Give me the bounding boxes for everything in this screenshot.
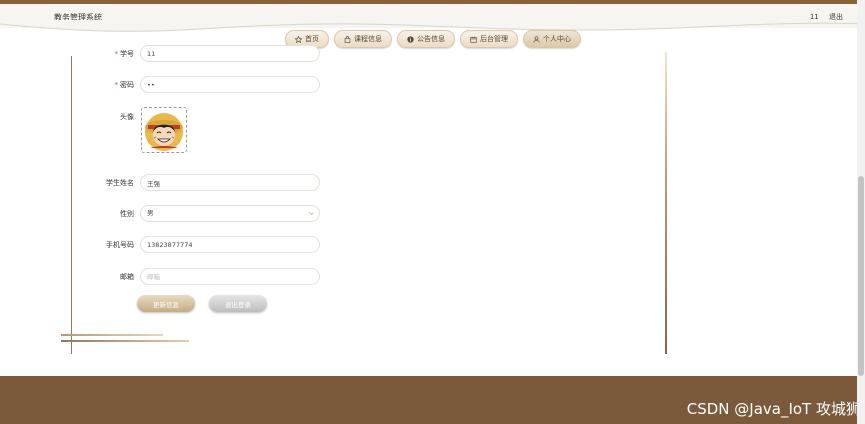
star-icon (295, 35, 302, 43)
nav-admin-label: 后台管理 (480, 35, 508, 43)
phone-label: 手机号码 (106, 241, 134, 249)
nav-admin[interactable]: 后台管理 (460, 30, 518, 48)
nav-profile-label: 个人中心 (543, 35, 571, 43)
update-info-button[interactable]: 更新信息 (137, 295, 195, 312)
password-row: * 密码 (0, 76, 330, 94)
student-id-input[interactable] (140, 45, 320, 62)
scrollbar-thumb[interactable] (858, 176, 864, 376)
decorative-line (61, 334, 163, 336)
email-label: 邮箱 (120, 273, 134, 281)
name-row: 学生姓名 (0, 174, 330, 192)
page-scrollbar[interactable] (857, 0, 865, 424)
logout-button[interactable]: 退出登录 (209, 295, 267, 312)
chevron-down-icon (309, 212, 314, 215)
student-id-row: * 学号 (0, 45, 330, 63)
calendar-icon (470, 36, 477, 43)
nav-home-label: 首页 (305, 35, 319, 43)
password-input[interactable] (140, 76, 320, 93)
nav-notices[interactable]: 公告信息 (397, 30, 455, 48)
name-label: 学生姓名 (106, 179, 134, 187)
phone-input[interactable] (140, 236, 320, 253)
nav-courses[interactable]: 课程信息 (334, 30, 392, 48)
email-input[interactable] (140, 268, 320, 285)
watermark-text: CSDN @Java_IoT 攻城狮 (686, 400, 861, 418)
avatar-label: 头像 (120, 113, 134, 121)
nav-profile[interactable]: 个人中心 (523, 30, 581, 48)
bag-icon (344, 35, 351, 43)
nav-notices-label: 公告信息 (417, 35, 445, 43)
gender-selected-value: 男 (147, 209, 154, 217)
user-icon (533, 35, 540, 43)
phone-row: 手机号码 (0, 236, 330, 254)
name-input[interactable] (140, 174, 320, 191)
frame-line-right (665, 52, 667, 354)
gender-row: 性别 男 (0, 205, 330, 223)
gender-label: 性别 (120, 210, 134, 218)
student-id-label: * 学号 (114, 50, 135, 58)
nav-courses-label: 课程信息 (354, 35, 382, 43)
avatar-uploader[interactable] (141, 107, 187, 153)
avatar (145, 113, 183, 151)
info-icon (407, 35, 414, 43)
email-row: 邮箱 (0, 268, 330, 286)
decorative-line (61, 340, 189, 342)
gender-select[interactable]: 男 (140, 205, 320, 222)
password-label: * 密码 (114, 81, 135, 89)
